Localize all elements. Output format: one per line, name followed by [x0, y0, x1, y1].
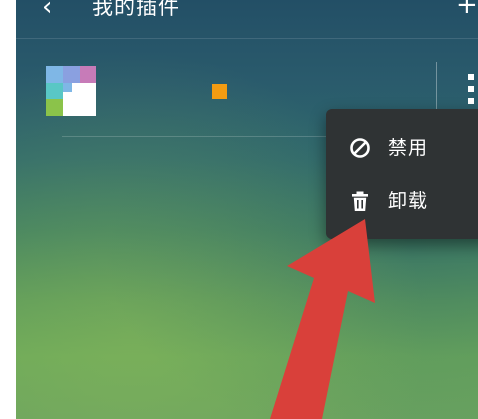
row-divider: [62, 136, 342, 137]
more-options-icon[interactable]: [464, 72, 478, 106]
plugin-status-badge: [212, 84, 227, 99]
menu-item-label: 禁用: [388, 137, 429, 159]
overflow-menu: 禁用 卸载: [326, 109, 478, 239]
page-title: 我的插件: [92, 0, 180, 19]
menu-item-disable[interactable]: 禁用: [326, 122, 478, 174]
plugin-tile-icon: [46, 66, 96, 116]
back-arrow-icon[interactable]: ‹: [42, 0, 66, 22]
trash-icon: [352, 191, 368, 211]
menu-item-uninstall[interactable]: 卸载: [326, 175, 478, 227]
menu-item-label: 卸载: [388, 190, 429, 212]
add-icon[interactable]: +: [456, 0, 478, 18]
top-app-bar: ‹ 我的插件 +: [16, 0, 478, 39]
vertical-separator: [436, 62, 437, 116]
disable-icon: [350, 138, 370, 158]
phone-screen: ‹ 我的插件 + 禁用 卸载: [16, 0, 478, 419]
